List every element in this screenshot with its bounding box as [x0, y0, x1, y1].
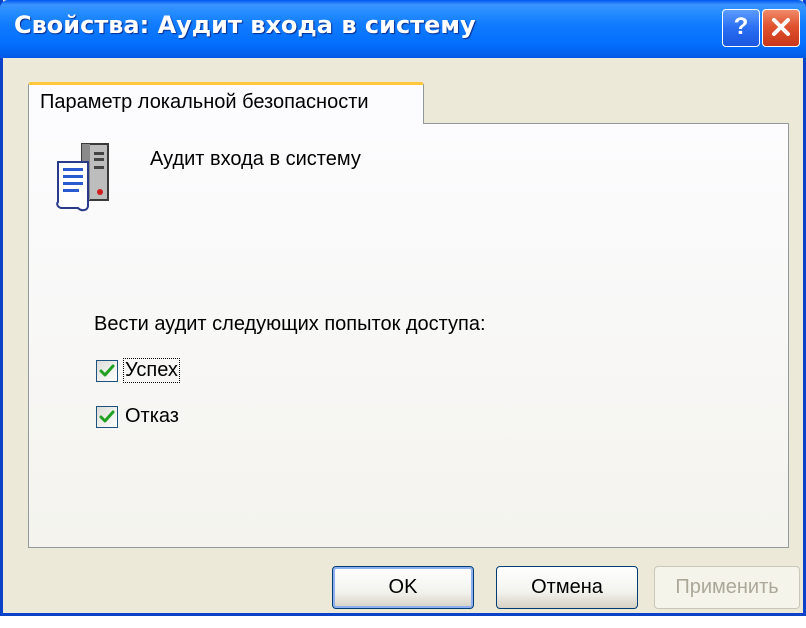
- checkmark-icon: [99, 410, 115, 422]
- help-icon: ?: [733, 13, 749, 40]
- server-document-icon: [56, 143, 109, 212]
- apply-button[interactable]: Применить: [654, 566, 800, 609]
- failure-checkbox-row[interactable]: Отказ: [96, 405, 180, 428]
- window-title: Свойства: Аудит входа в систему: [14, 11, 476, 39]
- tab-label: Параметр локальной безопасности: [40, 91, 369, 113]
- title-bar[interactable]: Свойства: Аудит входа в систему ?: [0, 0, 806, 58]
- success-checkbox-row[interactable]: Успех: [96, 358, 180, 383]
- close-button[interactable]: [762, 9, 800, 47]
- failure-checkbox[interactable]: [96, 405, 118, 428]
- tab-local-security-setting[interactable]: Параметр локальной безопасности: [28, 82, 424, 124]
- policy-title: Аудит входа в систему: [150, 148, 361, 170]
- cancel-button[interactable]: Отмена: [496, 566, 638, 609]
- ok-button[interactable]: OK: [332, 566, 474, 609]
- audit-prompt: Вести аудит следующих попыток доступа:: [94, 313, 486, 335]
- success-checkbox-label[interactable]: Успех: [123, 358, 180, 383]
- close-icon: [772, 18, 790, 36]
- success-checkbox[interactable]: [96, 359, 118, 382]
- help-button[interactable]: ?: [722, 9, 760, 47]
- failure-checkbox-label[interactable]: Отказ: [124, 405, 180, 428]
- checkmark-icon: [99, 364, 115, 376]
